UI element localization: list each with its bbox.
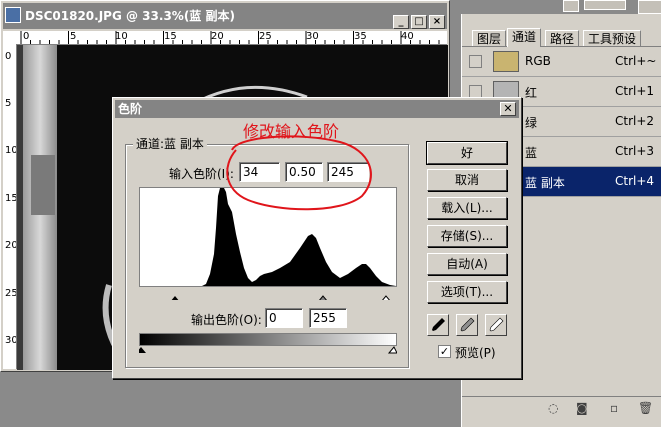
visibility-toggle[interactable] xyxy=(469,55,482,68)
input-sliders[interactable] xyxy=(139,288,397,300)
black-eyedropper-icon[interactable] xyxy=(427,314,449,336)
channel-shortcut: Ctrl+4 xyxy=(615,174,655,188)
ruler-left-label: 15 xyxy=(5,193,17,204)
close-document-button[interactable]: × xyxy=(429,15,445,29)
output-black-slider[interactable] xyxy=(139,347,146,353)
dock-button[interactable] xyxy=(563,0,579,12)
channel-shortcut: Ctrl+~ xyxy=(615,54,657,68)
maximize-button[interactable]: □ xyxy=(411,15,427,29)
channel-row-rgb[interactable]: RGB Ctrl+~ xyxy=(462,47,661,77)
white-point-slider[interactable] xyxy=(381,295,391,300)
panel-dock-strip xyxy=(450,0,661,14)
tab-channels[interactable]: 通道 xyxy=(507,28,542,47)
ruler-top-label: 35 xyxy=(354,31,367,42)
ruler-top-label: 25 xyxy=(259,31,272,42)
output-black-field[interactable]: 0 xyxy=(265,308,303,328)
histogram xyxy=(139,187,397,287)
ruler-left-label: 30 xyxy=(5,335,17,346)
ruler-top-label: 5 xyxy=(70,31,77,42)
black-point-slider[interactable] xyxy=(170,296,180,300)
output-sliders[interactable] xyxy=(139,345,397,355)
ruler-left-label: 10 xyxy=(5,145,17,156)
ruler-left-label: 0 xyxy=(5,51,12,62)
output-white-field[interactable]: 255 xyxy=(309,308,347,328)
gray-eyedropper-icon[interactable] xyxy=(456,314,478,336)
channel-shortcut: Ctrl+1 xyxy=(615,84,655,98)
ruler-top-label: 10 xyxy=(115,31,128,42)
options-button[interactable]: 选项(T)... xyxy=(427,281,507,303)
ruler-top-label: 30 xyxy=(306,31,319,42)
ruler-left-label: 25 xyxy=(5,288,17,299)
output-levels-label: 输出色阶(O): xyxy=(191,313,262,327)
dock-button[interactable] xyxy=(638,0,661,14)
minimize-button[interactable]: _ xyxy=(393,15,409,29)
ruler-left-label: 20 xyxy=(5,240,17,251)
channel-thumbnail xyxy=(493,51,519,72)
histogram-graph xyxy=(140,188,396,286)
input-black-field[interactable]: 34 xyxy=(239,162,280,182)
dock-button[interactable] xyxy=(584,0,626,10)
vertical-ruler[interactable]: 0 5 10 15 20 25 30 xyxy=(3,44,17,369)
channel-shortcut: Ctrl+2 xyxy=(615,114,655,128)
tab-tool-presets[interactable]: 工具预设 xyxy=(583,30,642,46)
horizontal-ruler[interactable]: 0 5 10 15 20 25 30 35 40 xyxy=(3,31,447,45)
white-eyedropper-icon[interactable] xyxy=(485,314,507,336)
channel-shortcut: Ctrl+3 xyxy=(615,144,655,158)
channel-name: 绿 xyxy=(525,116,538,130)
channel-name: RGB xyxy=(525,54,551,68)
input-white-field[interactable]: 245 xyxy=(327,162,369,182)
load-button[interactable]: 载入(L)... xyxy=(427,197,507,219)
channel-name: 蓝 xyxy=(525,146,538,160)
save-selection-icon[interactable]: ◙ xyxy=(576,401,588,415)
trash-icon[interactable]: 🗑 xyxy=(638,401,653,415)
channel-name: 红 xyxy=(525,86,538,100)
annotation-text: 修改输入色阶 xyxy=(243,122,340,141)
panel-footer: ◌ ◙ ▫ 🗑 xyxy=(462,396,661,419)
input-gamma-field[interactable]: 0.50 xyxy=(285,162,323,182)
gamma-slider[interactable] xyxy=(318,295,328,300)
ruler-top-label: 0 xyxy=(23,31,30,42)
dialog-close-button[interactable]: ✕ xyxy=(500,102,516,116)
ruler-left-label: 5 xyxy=(5,98,12,109)
cancel-button[interactable]: 取消 xyxy=(427,169,507,191)
ruler-top-label: 40 xyxy=(401,31,414,42)
auto-button[interactable]: 自动(A) xyxy=(427,253,507,275)
ok-button[interactable]: 好 xyxy=(426,141,508,165)
preview-checkbox[interactable]: ✓ xyxy=(438,345,451,358)
dialog-title: 色阶 xyxy=(118,102,143,116)
dialog-titlebar[interactable]: 色阶 ✕ xyxy=(115,100,519,118)
channel-name: 蓝 副本 xyxy=(525,176,565,190)
save-button[interactable]: 存储(S)... xyxy=(427,225,507,247)
new-channel-icon[interactable]: ▫ xyxy=(610,401,618,415)
tab-layers[interactable]: 图层 xyxy=(472,30,507,46)
document-icon xyxy=(5,7,21,23)
input-levels-label: 输入色阶(I): xyxy=(169,167,234,181)
preview-label: 预览(P) xyxy=(455,346,496,360)
document-title: DSC01820.JPG @ 33.3%(蓝 副本) xyxy=(25,9,235,23)
tab-paths[interactable]: 路径 xyxy=(545,30,580,46)
ruler-top-label: 20 xyxy=(211,31,224,42)
channel-label: 通道:蓝 副本 xyxy=(133,135,207,152)
ruler-top-label: 15 xyxy=(164,31,177,42)
output-white-slider[interactable] xyxy=(387,346,397,354)
document-titlebar[interactable]: DSC01820.JPG @ 33.3%(蓝 副本) xyxy=(3,3,447,29)
panel-tabs: 图层 通道 路径 工具预设 xyxy=(462,28,661,47)
load-selection-icon[interactable]: ◌ xyxy=(548,401,558,415)
